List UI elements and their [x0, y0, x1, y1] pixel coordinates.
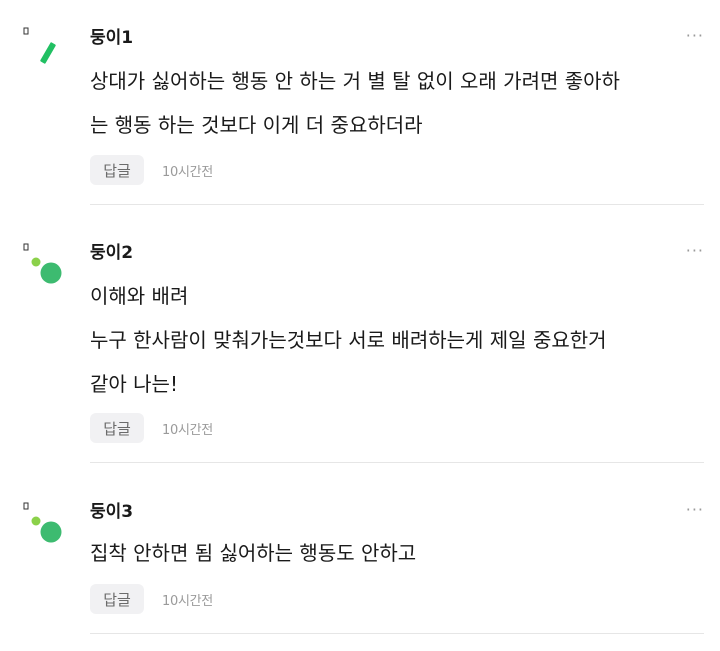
avatar-icon — [23, 27, 56, 64]
comment-text: 상대가 싫어하는 행동 안 하는 거 별 탈 없이 오래 가려면 좋아하 는 행… — [90, 59, 710, 147]
comment-time: 10시간전 — [162, 164, 213, 180]
comment-author[interactable]: 둥이2 — [90, 243, 133, 263]
comment-time: 10시간전 — [162, 422, 213, 438]
divider — [90, 462, 704, 463]
comment-line: 이해와 배려 — [90, 284, 189, 308]
comment-line: 상대가 싫어하는 행동 안 하는 거 별 탈 없이 오래 가려면 좋아하 — [90, 69, 620, 93]
more-options-icon[interactable]: ··· — [686, 502, 704, 518]
more-options-icon[interactable]: ··· — [686, 28, 704, 44]
comment-line: 누구 한사람이 맞춰가는것보다 서로 배려하는게 제일 중요한거 — [90, 328, 607, 352]
comment-text: 이해와 배려 누구 한사람이 맞춰가는것보다 서로 배려하는게 제일 중요한거 … — [90, 274, 710, 406]
comment-meta: 답글 10시간전 — [90, 413, 213, 443]
divider — [90, 204, 704, 205]
reply-button[interactable]: 답글 — [90, 584, 144, 614]
comment-line: 같아 나는! — [90, 372, 178, 396]
comment-line: 는 행동 하는 것보다 이게 더 중요하더라 — [90, 113, 423, 137]
comment-meta: 답글 10시간전 — [90, 584, 213, 614]
reply-button[interactable]: 답글 — [90, 155, 144, 185]
avatar-icon — [23, 502, 62, 543]
comment-line: 집착 안하면 됨 싫어하는 행동도 안하고 — [90, 541, 417, 565]
reply-button[interactable]: 답글 — [90, 413, 144, 443]
avatar-icon — [23, 243, 62, 284]
comment-author[interactable]: 둥이1 — [90, 28, 133, 48]
more-options-icon[interactable]: ··· — [686, 243, 704, 259]
comment-text: 집착 안하면 됨 싫어하는 행동도 안하고 — [90, 531, 710, 575]
comment-meta: 답글 10시간전 — [90, 155, 213, 185]
divider — [90, 633, 704, 634]
comment-time: 10시간전 — [162, 593, 213, 609]
comment-author[interactable]: 둥이3 — [90, 502, 133, 522]
